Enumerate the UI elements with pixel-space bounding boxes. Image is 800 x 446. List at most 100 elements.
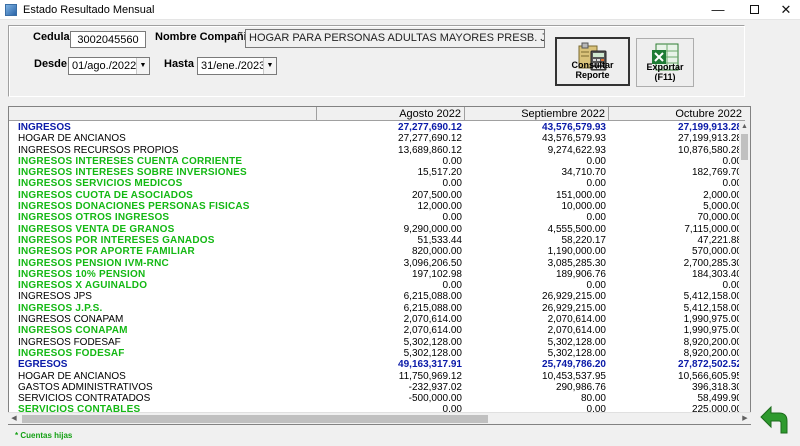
column-header-septiembre[interactable]: Septiembre 2022 [465,107,609,121]
value-cell: 0.00 [442,178,462,190]
table-row[interactable]: GASTOS ADMINISTRATIVOS -232,937.02 290,986… [9,381,742,393]
table-row[interactable]: INGRESOS INTERESES CUENTA CORRIENTE 0.00 0… [9,155,742,167]
value-cell: 0.00 [442,155,462,167]
chevron-down-icon[interactable]: ▼ [263,58,276,74]
value-cell: 8,920,200.00 [683,347,742,359]
value-cell: 570,000.00 [691,246,742,258]
value-cell: 6,215,088.00 [403,291,462,303]
table-row[interactable]: INGRESOS RECURSOS PROPIOS 13,689,860.12 9,… [9,144,742,156]
column-header-agosto[interactable]: Agosto 2022 [317,107,465,121]
table-row[interactable]: INGRESOS JPS 6,215,088.00 26,929,215.00 5,4… [9,291,742,303]
back-arrow-icon[interactable] [759,403,793,437]
value-cell: 197,102.98 [411,268,462,280]
value-cell: 4,555,500.00 [547,223,606,235]
table-row[interactable]: INGRESOS OTROS INGRESOS 0.00 0.00 70,000.00 [9,212,742,224]
scroll-left-icon[interactable]: ◀ [8,413,20,425]
value-cell: 80.00 [580,393,606,405]
minimize-button[interactable]: — [700,0,736,20]
table-row[interactable]: SERVICIOS CONTRATADOS -500,000.00 80.00 58,… [9,393,742,405]
grid-header: Agosto 2022 Septiembre 2022 Octubre 2022 [9,107,750,121]
column-header-octubre[interactable]: Octubre 2022 [609,107,745,121]
account-name-cell: INGRESOS SERVICIOS MEDICOS [18,178,183,190]
table-row[interactable]: INGRESOS POR APORTE FAMILIAR 820,000.00 1,… [9,246,742,258]
value-cell: 0.00 [722,280,742,292]
value-cell: 27,199,913.28 [678,133,742,145]
table-row[interactable]: HOGAR DE ANCIANOS 27,277,690.12 43,576,579… [9,133,742,144]
table-row[interactable]: INGRESOS CONAPAM 2,070,614.00 2,070,614.00… [9,325,742,337]
scroll-up-icon[interactable]: ▲ [739,121,750,132]
account-name-cell: GASTOS ADMINISTRATIVOS [18,381,153,393]
account-name-cell: INGRESOS VENTA DE GRANOS [18,223,175,235]
close-button[interactable]: ✕ [768,0,800,20]
value-cell: 2,070,614.00 [403,314,462,326]
value-cell: 1,990,975.00 [683,314,742,326]
value-cell: 27,872,502.52 [678,359,742,371]
value-cell: 1,990,975.00 [683,325,742,337]
table-row[interactable]: INGRESOS DONACIONES PERSONAS FISICAS 12,0… [9,201,742,212]
table-row[interactable]: INGRESOS POR INTERESES GANADOS 51,533.44 5… [9,234,742,246]
table-row[interactable]: INGRESOS INTERESES SOBRE INVERSIONES 15,5… [9,167,742,179]
account-name-cell: INGRESOS INTERESES SOBRE INVERSIONES [18,167,247,179]
value-cell: 189,906.76 [555,268,606,280]
desde-date-picker[interactable]: 01/ago./2022 ▼ [68,57,150,75]
table-row[interactable]: INGRESOS 27,277,690.12 43,576,579.93 27,199… [9,122,742,133]
value-cell: 25,749,786.20 [542,359,606,371]
value-cell: 820,000.00 [411,246,462,258]
table-row[interactable]: HOGAR DE ANCIANOS 11,750,969.12 10,453,537… [9,370,742,382]
table-row[interactable]: INGRESOS FODESAF 5,302,128.00 5,302,128.00… [9,337,742,348]
desde-date-value: 01/ago./2022 [72,60,137,72]
results-grid[interactable]: Agosto 2022 Septiembre 2022 Octubre 2022… [8,106,751,425]
value-cell: 5,412,158.00 [683,291,742,303]
value-cell: 6,215,088.00 [403,302,462,314]
exportar-button[interactable]: Exportar (F11) [636,38,694,87]
value-cell: 0.00 [586,155,606,167]
scroll-right-icon[interactable]: ▶ [739,413,751,425]
value-cell: 9,290,000.00 [403,223,462,235]
table-row[interactable]: INGRESOS FODESAF 5,302,128.00 5,302,128.00… [9,347,742,359]
value-cell: 13,689,860.12 [398,144,462,156]
consultar-reporte-button[interactable]: Consultar Reporte [555,37,630,86]
table-row[interactable]: INGRESOS VENTA DE GRANOS 9,290,000.00 4,55… [9,223,742,235]
table-row[interactable]: INGRESOS CUOTA DE ASOCIADOS 207,500.00 151… [9,190,742,201]
account-name-cell: INGRESOS PENSION IVM-RNC [18,257,169,269]
table-row[interactable]: INGRESOS CONAPAM 2,070,614.00 2,070,614.00… [9,314,742,326]
value-cell: 10,876,580.28 [678,144,742,156]
vertical-scrollbar[interactable]: ▲ [739,121,750,424]
column-header-account[interactable] [9,107,317,121]
value-cell: 2,070,614.00 [547,325,606,337]
company-label: Nombre Compañia [155,31,253,43]
vertical-scroll-thumb[interactable] [741,134,748,160]
company-field[interactable]: HOGAR PARA PERSONAS ADULTAS MAYORES PRES… [245,29,545,48]
value-cell: 15,517.20 [417,167,463,179]
horizontal-scroll-thumb[interactable] [22,415,488,423]
chevron-down-icon[interactable]: ▼ [136,58,149,74]
account-name-cell: INGRESOS OTROS INGRESOS [18,212,170,224]
table-row[interactable]: INGRESOS J.P.S. 6,215,088.00 26,929,215.00… [9,302,742,314]
table-row[interactable]: EGRESOS 49,163,317.91 25,749,786.20 27,872,… [9,359,742,371]
window-title: Estado Resultado Mensual [23,4,155,16]
account-name-cell: INGRESOS JPS [18,291,92,303]
hasta-date-picker[interactable]: 31/ene./2023 ▼ [197,57,277,75]
value-cell: 58,220.17 [561,234,607,246]
table-row[interactable]: INGRESOS 10% PENSION 197,102.98 189,906.76… [9,268,742,280]
account-name-cell: INGRESOS POR INTERESES GANADOS [18,234,215,246]
value-cell: 34,710.70 [561,167,607,179]
maximize-button[interactable] [736,0,772,20]
title-bar: Estado Resultado Mensual — ✕ [0,0,800,20]
value-cell: 10,453,537.95 [542,370,606,382]
horizontal-scrollbar[interactable]: ◀ ▶ [8,412,751,424]
exportar-label: Exportar (F11) [646,62,684,82]
table-row[interactable]: INGRESOS SERVICIOS MEDICOS 0.00 0.00 0.00 [9,178,742,190]
value-cell: -500,000.00 [408,393,462,405]
account-name-cell: INGRESOS FODESAF [18,347,125,359]
value-cell: 1,190,000.00 [547,246,606,258]
value-cell: 0.00 [722,155,742,167]
table-row[interactable]: INGRESOS X AGUINALDO 0.00 0.00 0.00 [9,280,742,291]
account-name-cell: INGRESOS J.P.S. [18,302,103,314]
value-cell: 51,533.44 [417,234,463,246]
cedula-field[interactable]: 3002045560 [70,31,146,48]
table-row[interactable]: INGRESOS PENSION IVM-RNC 3,096,206.50 3,08… [9,257,742,269]
value-cell: 0.00 [722,178,742,190]
value-cell: 7,115,000.00 [684,223,742,235]
consultar-label: Consultar Reporte [571,60,614,80]
